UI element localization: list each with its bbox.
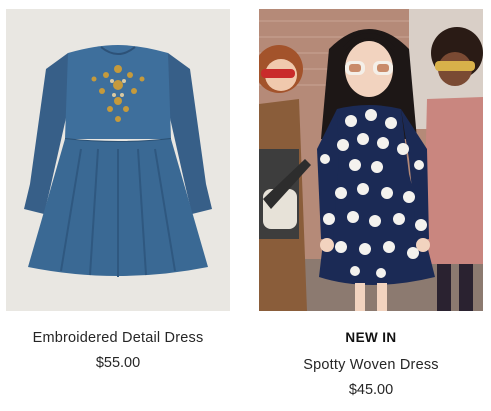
new-in-badge: NEW IN xyxy=(345,330,397,345)
product-image-denim-dress[interactable] xyxy=(6,9,230,311)
product-name[interactable]: Embroidered Detail Dress xyxy=(6,330,230,346)
product-price: $45.00 xyxy=(348,382,394,398)
product-image-kids-spotty-dress[interactable] xyxy=(259,9,483,311)
product-info: Embroidered Detail Dress $55.00 xyxy=(6,330,230,371)
product-price: $55.00 xyxy=(95,355,141,371)
product-name[interactable]: Spotty Woven Dress xyxy=(259,357,483,373)
product-info: NEW IN Spotty Woven Dress $45.00 xyxy=(259,330,483,398)
